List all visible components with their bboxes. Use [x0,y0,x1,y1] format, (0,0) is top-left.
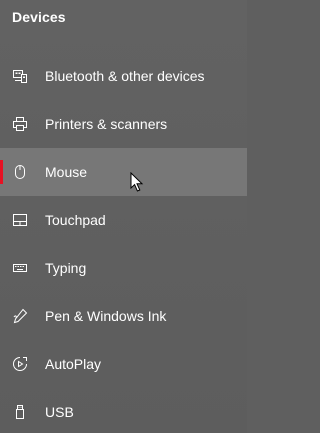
nav-item-bluetooth[interactable]: Bluetooth & other devices [0,52,247,100]
usb-icon [12,404,28,420]
nav-item-typing[interactable]: Typing [0,244,247,292]
nav-item-label: AutoPlay [45,356,102,372]
keyboard-icon [12,260,28,276]
nav-item-label: Bluetooth & other devices [45,68,205,84]
nav-item-label: Printers & scanners [45,116,168,132]
bluetooth-devices-icon [12,68,28,84]
nav-item-label: Touchpad [45,212,106,228]
section-title: Devices [12,9,66,25]
nav-item-pen[interactable]: Pen & Windows Ink [0,292,247,340]
nav-item-label: USB [45,404,74,420]
nav-item-usb[interactable]: USB [0,388,247,433]
autoplay-icon [12,356,28,372]
nav-item-label: Mouse [45,164,88,180]
settings-nav-panel: Devices Bluetooth & other devices Printe… [0,0,247,433]
nav-item-label: Typing [45,260,87,276]
nav-list: Bluetooth & other devices Printers & sca… [0,52,247,433]
printer-icon [12,116,28,132]
nav-item-label: Pen & Windows Ink [45,308,167,324]
pen-icon [12,308,28,324]
nav-item-touchpad[interactable]: Touchpad [0,196,247,244]
nav-item-printers[interactable]: Printers & scanners [0,100,247,148]
nav-item-mouse[interactable]: Mouse [0,148,247,196]
mouse-icon [12,164,28,180]
touchpad-icon [12,212,28,228]
nav-item-autoplay[interactable]: AutoPlay [0,340,247,388]
